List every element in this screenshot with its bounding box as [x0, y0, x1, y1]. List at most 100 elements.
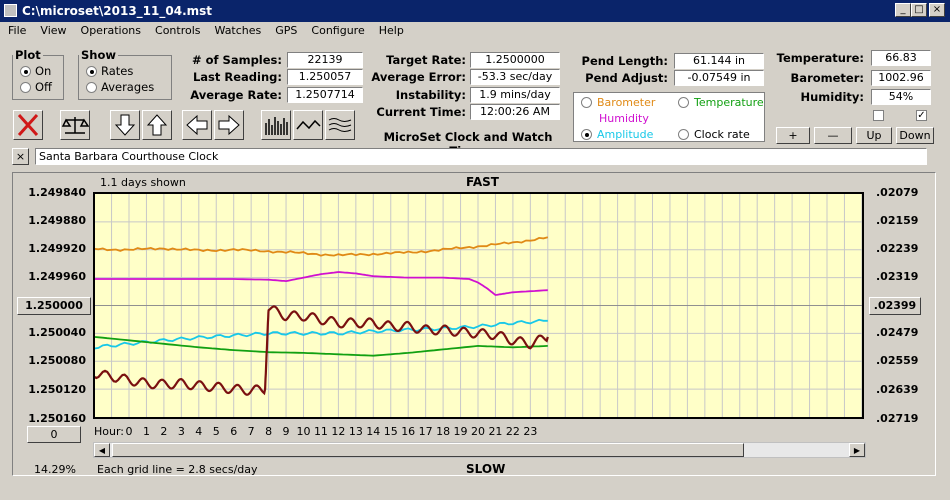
arrow-left-button[interactable] — [182, 110, 212, 140]
percent-label: 14.29% — [34, 463, 76, 476]
menu-gps[interactable]: GPS — [267, 22, 303, 37]
right-tick: .02639 — [876, 383, 919, 396]
balance-button[interactable] — [60, 110, 90, 140]
series-temperature-radio[interactable]: Temperature — [678, 96, 764, 109]
scale-up-button[interactable]: Up — [856, 127, 892, 144]
current-time-label: Current Time: — [376, 105, 466, 119]
checkbox-right[interactable]: ✓ — [916, 110, 927, 121]
hour-tick-label: 22 — [505, 425, 520, 438]
slow-label: SLOW — [466, 462, 506, 476]
hour-tick-label: 19 — [453, 425, 468, 438]
left-tick: 1.249840 — [28, 186, 86, 199]
maximize-button[interactable]: □ — [911, 3, 927, 17]
plot-on-radio[interactable]: On — [20, 64, 51, 78]
hour-tick-label: 7 — [247, 425, 255, 438]
window-title: C:\microset\2013_11_04.mst — [22, 4, 213, 18]
time-scrollbar[interactable]: ◀ ▶ — [93, 442, 866, 458]
pend-adjust-label: Pend Adjust: — [585, 71, 668, 85]
series-amplitude-label: Amplitude — [597, 128, 654, 141]
menu-configure[interactable]: Configure — [303, 22, 370, 37]
hour-tick-label: 3 — [177, 425, 185, 438]
hour-tick-label: 5 — [212, 425, 220, 438]
scale-plus-button[interactable]: + — [776, 127, 810, 144]
menu-file[interactable]: File — [0, 22, 32, 37]
menu-view[interactable]: View — [32, 22, 72, 37]
menu-controls[interactable]: Controls — [147, 22, 207, 37]
multi-wave-icon — [328, 118, 352, 132]
target-rate-label: Target Rate: — [386, 53, 466, 67]
menu-watches[interactable]: Watches — [207, 22, 268, 37]
menu-help[interactable]: Help — [371, 22, 410, 37]
scroll-left-button[interactable]: ◀ — [94, 443, 110, 457]
arrow-down-icon — [114, 114, 136, 136]
average-error-label: Average Error: — [371, 70, 466, 84]
plot-off-label: Off — [35, 80, 52, 94]
hour-tick-label: 21 — [488, 425, 503, 438]
series-barometer-label: Barometer — [597, 96, 656, 109]
plot-on-label: On — [35, 64, 52, 78]
hour-tick-label: 1 — [142, 425, 150, 438]
average-rate-label: Average Rate: — [190, 88, 282, 102]
samples-field: 22139 — [287, 52, 363, 68]
hour-tick-label: 15 — [383, 425, 398, 438]
series-barometer-radio[interactable]: Barometer — [581, 96, 655, 109]
pend-length-label: Pend Length: — [581, 54, 668, 68]
arrow-up-icon — [146, 114, 168, 136]
show-rates-radio[interactable]: Rates — [86, 64, 133, 78]
hour-tick-label: 6 — [230, 425, 238, 438]
radio-dot-icon — [581, 129, 592, 140]
hour-tick-label: 20 — [471, 425, 485, 438]
center-value-button[interactable]: 1.250000 — [17, 297, 91, 315]
hour-tick-label: 17 — [418, 425, 433, 438]
barometer-label: Barometer: — [790, 71, 864, 85]
arrow-right-icon — [218, 114, 240, 136]
right-tick: .02719 — [876, 412, 919, 425]
arrow-right-button[interactable] — [214, 110, 244, 140]
plot-off-radio[interactable]: Off — [20, 80, 52, 94]
temperature-label: Temperature: — [776, 51, 864, 65]
last-reading-field: 1.250057 — [287, 69, 363, 85]
series-humidity-label: Humidity — [599, 112, 649, 125]
wave-button[interactable] — [293, 110, 323, 140]
humidity-field: 54% — [871, 89, 931, 105]
close-clock-button[interactable]: × — [12, 148, 29, 165]
chart-svg — [93, 194, 863, 417]
bar-chart-button[interactable] — [261, 110, 291, 140]
stop-button[interactable] — [13, 110, 43, 140]
clock-name-field[interactable]: Santa Barbara Courthouse Clock — [35, 148, 927, 165]
checkbox-left[interactable] — [873, 110, 884, 121]
show-averages-radio[interactable]: Averages — [86, 80, 154, 94]
right-tick: .02239 — [876, 242, 919, 255]
show-averages-label: Averages — [101, 80, 155, 94]
hour-tick-label: 13 — [348, 425, 363, 438]
center-right-button[interactable]: .02399 — [869, 297, 921, 315]
arrow-down-button[interactable] — [110, 110, 140, 140]
radio-dot-icon — [86, 81, 97, 93]
scale-down-button[interactable]: Down — [896, 127, 934, 144]
scroll-thumb[interactable] — [112, 443, 744, 457]
fast-label: FAST — [466, 175, 499, 189]
series-amplitude-radio[interactable]: Amplitude — [581, 128, 653, 141]
target-rate-field[interactable]: 1.2500000 — [470, 52, 560, 68]
hour-tick-label: 14 — [366, 425, 381, 438]
plot-area[interactable] — [93, 192, 864, 419]
hour-tick-label: 12 — [331, 425, 346, 438]
hour-tick-label: 9 — [282, 425, 290, 438]
multi-wave-button[interactable] — [325, 110, 355, 140]
average-rate-field: 1.2507714 — [287, 87, 363, 103]
close-button[interactable]: × — [929, 3, 945, 17]
pend-length-field: 61.144 in — [674, 53, 764, 69]
instability-label: Instability: — [395, 88, 466, 102]
series-humidity-radio[interactable]: Humidity — [599, 112, 649, 125]
scroll-right-button[interactable]: ▶ — [849, 443, 865, 457]
right-tick: .02159 — [876, 214, 919, 227]
scale-minus-button[interactable]: — — [814, 127, 852, 144]
hour-tick-label: 18 — [436, 425, 451, 438]
minimize-button[interactable]: _ — [895, 3, 911, 17]
series-clockrate-radio[interactable]: Clock rate — [678, 128, 750, 141]
radio-dot-icon — [678, 129, 689, 140]
arrow-up-button[interactable] — [142, 110, 172, 140]
left-tick: 1.250160 — [28, 412, 86, 425]
wave-icon — [296, 119, 321, 130]
menu-operations[interactable]: Operations — [73, 22, 147, 37]
